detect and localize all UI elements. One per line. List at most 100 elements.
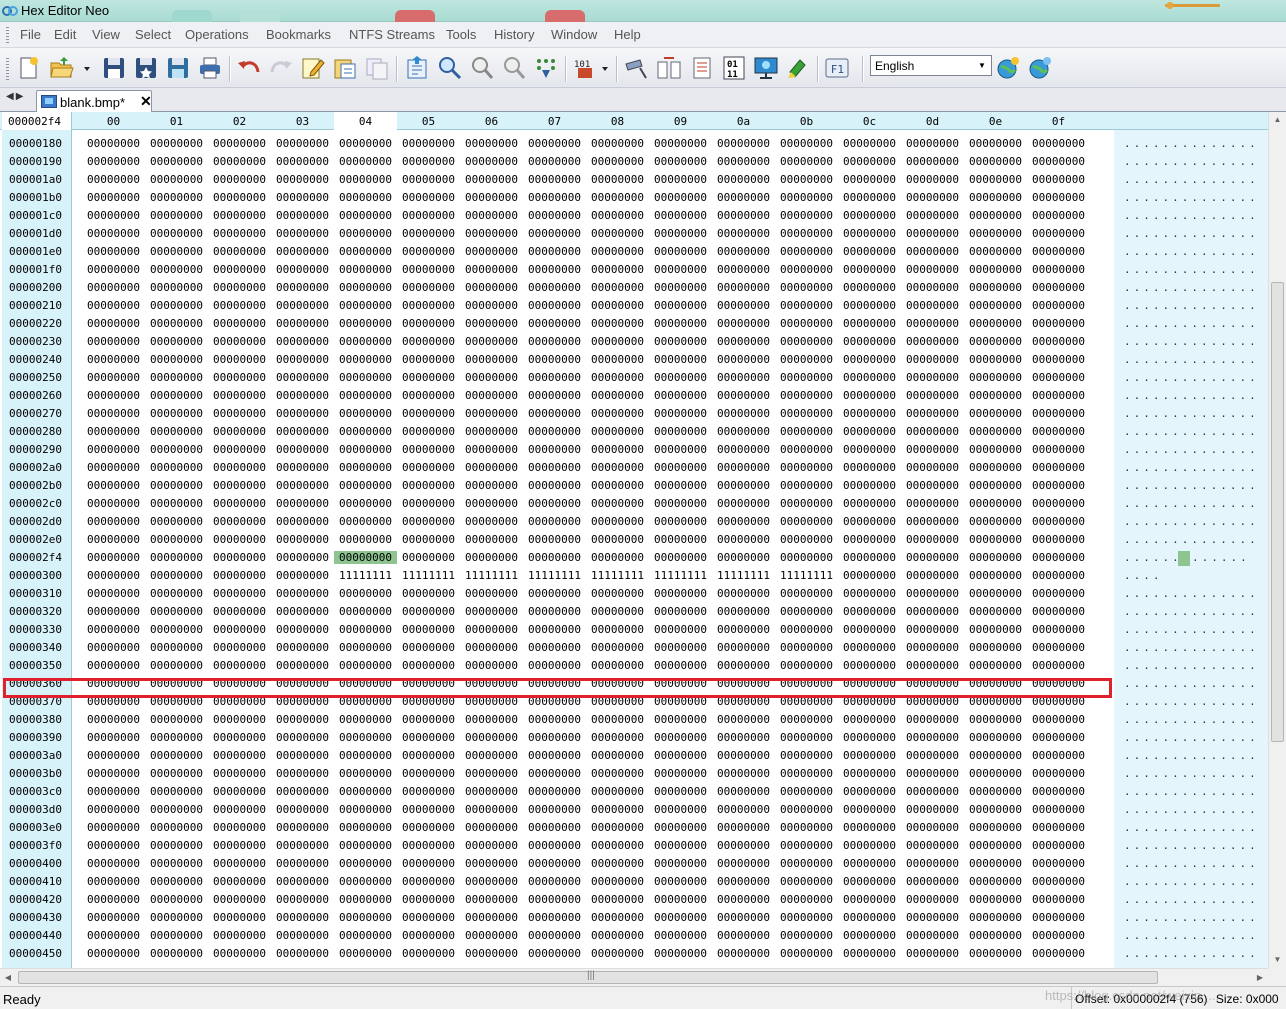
text-representation[interactable]: .............. — [1124, 893, 1259, 906]
hex-cell[interactable]: 00000000 — [964, 551, 1027, 564]
hex-cell[interactable]: 00000000 — [82, 227, 145, 240]
hex-cell[interactable]: 00000000 — [649, 803, 712, 816]
hex-cell[interactable]: 00000000 — [964, 821, 1027, 834]
hex-cell[interactable]: 00000000 — [397, 731, 460, 744]
hex-cell[interactable]: 00000000 — [964, 929, 1027, 942]
hex-cell[interactable]: 00000000 — [523, 245, 586, 258]
hex-cell[interactable]: 00000000 — [460, 641, 523, 654]
hex-cell[interactable]: 00000000 — [82, 911, 145, 924]
hex-cell[interactable]: 00000000 — [838, 353, 901, 366]
hex-cell[interactable]: 00000000 — [145, 857, 208, 870]
hex-cell[interactable]: 00000000 — [334, 389, 397, 402]
hex-cell[interactable]: 00000000 — [838, 623, 901, 636]
hex-cell[interactable]: 00000000 — [208, 371, 271, 384]
menu-bookmarks[interactable]: Bookmarks — [266, 27, 331, 42]
hex-cell[interactable]: 00000000 — [523, 281, 586, 294]
hex-cell[interactable]: 00000000 — [397, 155, 460, 168]
hex-cell[interactable]: 00000000 — [208, 821, 271, 834]
hex-cell[interactable]: 00000000 — [586, 263, 649, 276]
hex-cell[interactable]: 00000000 — [649, 281, 712, 294]
hex-cell[interactable]: 00000000 — [775, 893, 838, 906]
hex-cell[interactable]: 00000000 — [838, 515, 901, 528]
hex-cell[interactable]: 00000000 — [1027, 803, 1090, 816]
hex-cell[interactable]: 00000000 — [208, 245, 271, 258]
text-representation[interactable]: .............. — [1124, 353, 1259, 366]
hex-cell[interactable]: 00000000 — [397, 209, 460, 222]
hex-cell[interactable]: 00000000 — [397, 587, 460, 600]
hex-cell[interactable]: 00000000 — [208, 551, 271, 564]
hex-cell[interactable]: 00000000 — [838, 209, 901, 222]
hex-cell[interactable]: 00000000 — [649, 263, 712, 276]
hex-cell[interactable]: 00000000 — [1027, 551, 1090, 564]
hex-cell[interactable]: 00000000 — [460, 497, 523, 510]
hex-cell[interactable]: 00000000 — [775, 623, 838, 636]
hex-cell[interactable]: 00000000 — [397, 749, 460, 762]
hex-cell[interactable]: 00000000 — [964, 389, 1027, 402]
hex-cell[interactable]: 00000000 — [712, 227, 775, 240]
hex-cell[interactable]: 00000000 — [460, 353, 523, 366]
hex-cell[interactable]: 00000000 — [1027, 911, 1090, 924]
hex-cell[interactable]: 00000000 — [460, 551, 523, 564]
hex-cell[interactable]: 00000000 — [208, 587, 271, 600]
hex-cell[interactable]: 00000000 — [208, 191, 271, 204]
hex-cell[interactable]: 00000000 — [460, 299, 523, 312]
hex-cell[interactable]: 00000000 — [964, 263, 1027, 276]
hex-cell[interactable]: 00000000 — [208, 137, 271, 150]
hex-cell[interactable]: 00000000 — [649, 461, 712, 474]
hex-cell[interactable]: 00000000 — [334, 443, 397, 456]
hex-cell[interactable]: 00000000 — [523, 425, 586, 438]
menu-file[interactable]: File — [20, 27, 41, 42]
hex-cell[interactable]: 00000000 — [271, 641, 334, 654]
hex-cell[interactable]: 00000000 — [523, 407, 586, 420]
hex-cell[interactable]: 00000000 — [586, 443, 649, 456]
hex-cell[interactable]: 00000000 — [838, 245, 901, 258]
hex-cell[interactable]: 00000000 — [586, 605, 649, 618]
text-representation[interactable]: .............. — [1124, 335, 1259, 348]
hex-cell[interactable]: 00000000 — [208, 659, 271, 672]
hex-cell[interactable]: 00000000 — [145, 281, 208, 294]
hex-cell[interactable]: 00000000 — [712, 317, 775, 330]
hex-cell[interactable]: 00000000 — [271, 317, 334, 330]
hex-cell[interactable]: 00000000 — [964, 371, 1027, 384]
hex-cell[interactable]: 00000000 — [271, 659, 334, 672]
hex-cell[interactable]: 11111111 — [523, 569, 586, 582]
hex-cell[interactable]: 00000000 — [649, 731, 712, 744]
hex-cell[interactable]: 00000000 — [271, 731, 334, 744]
hex-cell[interactable]: 00000000 — [1027, 317, 1090, 330]
hex-cell[interactable]: 00000000 — [838, 443, 901, 456]
hex-cell[interactable]: 00000000 — [964, 191, 1027, 204]
hex-cell[interactable]: 00000000 — [838, 857, 901, 870]
hex-cell[interactable]: 00000000 — [712, 821, 775, 834]
hex-cell[interactable]: 00000000 — [775, 389, 838, 402]
text-representation[interactable]: .............. — [1124, 299, 1259, 312]
hex-cell[interactable]: 00000000 — [397, 893, 460, 906]
hex-cell[interactable]: 00000000 — [964, 155, 1027, 168]
hex-cell[interactable]: 00000000 — [964, 623, 1027, 636]
hex-cell[interactable]: 00000000 — [208, 173, 271, 186]
hex-cell[interactable]: 00000000 — [271, 407, 334, 420]
close-icon[interactable]: ✕ — [140, 93, 152, 110]
hex-cell[interactable]: 00000000 — [460, 767, 523, 780]
marker-button[interactable] — [784, 54, 812, 82]
hex-cell[interactable]: 00000000 — [82, 263, 145, 276]
hex-cell[interactable]: 00000000 — [460, 209, 523, 222]
hex-cell[interactable]: 00000000 — [1027, 389, 1090, 402]
hex-cell[interactable]: 00000000 — [1027, 299, 1090, 312]
hex-cell[interactable]: 00000000 — [586, 551, 649, 564]
hex-cell[interactable]: 00000000 — [712, 659, 775, 672]
hex-cell[interactable]: 00000000 — [775, 911, 838, 924]
hex-cell[interactable]: 00000000 — [208, 353, 271, 366]
hex-cell[interactable]: 00000000 — [775, 551, 838, 564]
hex-cell[interactable]: 00000000 — [649, 425, 712, 438]
compare-button[interactable] — [655, 54, 683, 82]
hex-cell[interactable]: 00000000 — [586, 155, 649, 168]
hex-cell[interactable]: 00000000 — [271, 227, 334, 240]
hex-cell[interactable]: 00000000 — [145, 659, 208, 672]
hex-cell[interactable]: 00000000 — [964, 839, 1027, 852]
hex-cell[interactable]: 00000000 — [712, 929, 775, 942]
hex-cell[interactable]: 00000000 — [271, 137, 334, 150]
hex-cell[interactable]: 00000000 — [523, 749, 586, 762]
hex-cell[interactable]: 00000000 — [712, 875, 775, 888]
scroll-right-icon[interactable]: ▶ — [1252, 969, 1268, 987]
menu-edit[interactable]: Edit — [54, 27, 76, 42]
